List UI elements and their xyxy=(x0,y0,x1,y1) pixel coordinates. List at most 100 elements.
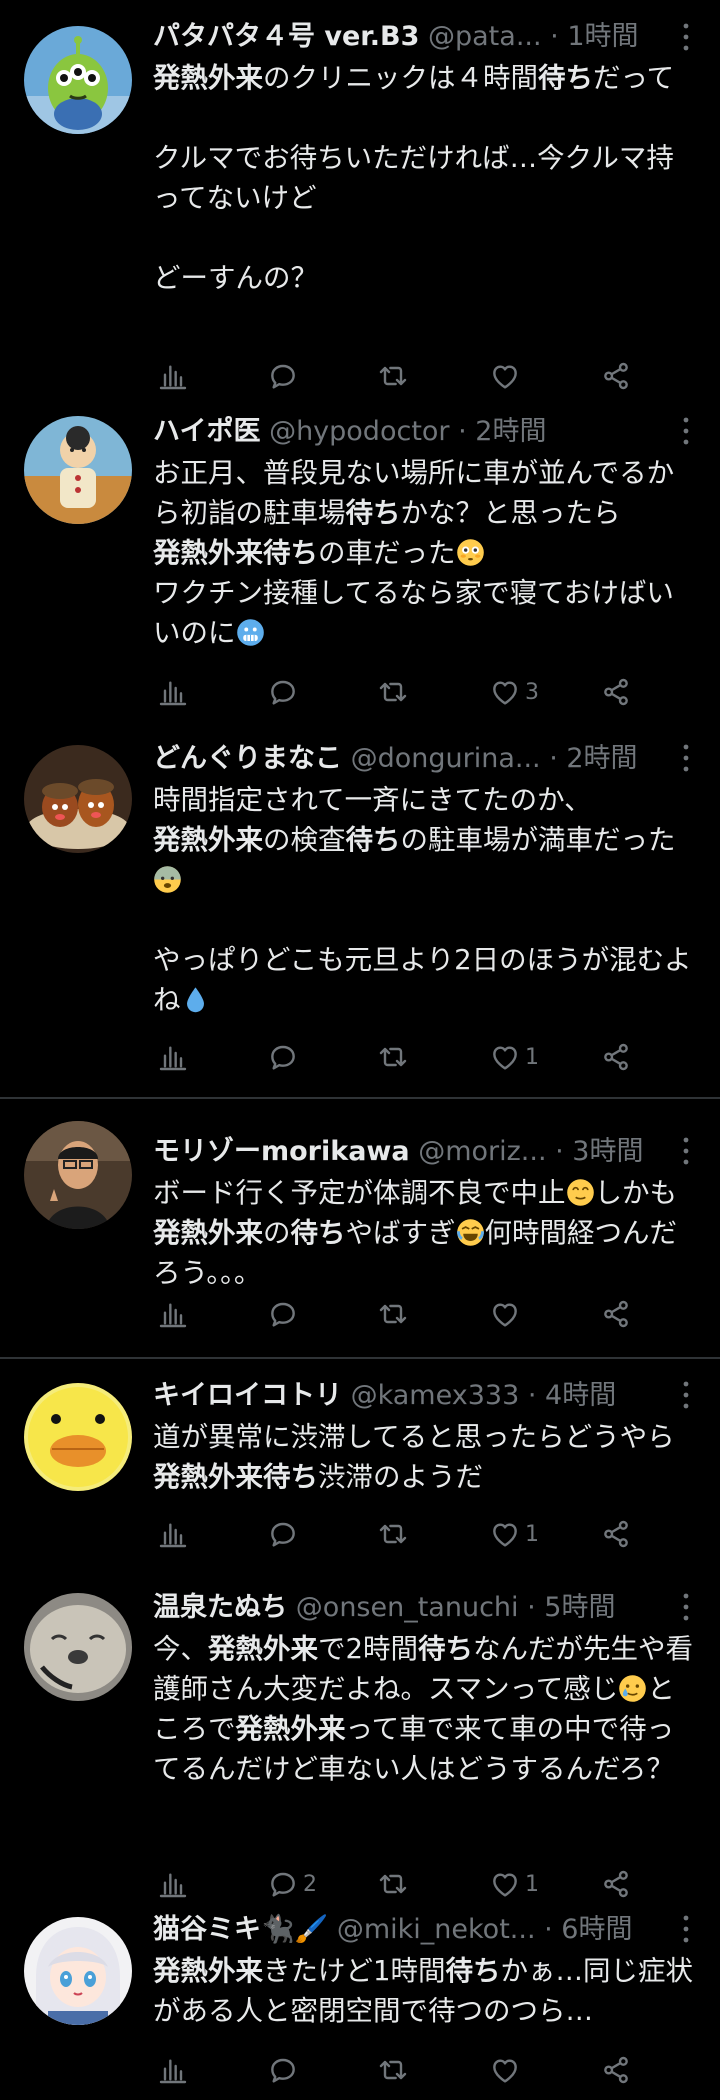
more-options-icon[interactable] xyxy=(682,1592,690,1622)
retweet-button[interactable] xyxy=(377,2052,413,2088)
like-button[interactable]: 3 xyxy=(489,674,539,710)
retweet-button[interactable] xyxy=(377,1866,413,1902)
timestamp[interactable]: 1時間 xyxy=(567,21,638,52)
tweet-text: 発熱外来きたけど1時間待ちかぁ…同じ症状がある人と密閉空間で待つのつら… xyxy=(153,1951,694,2031)
like-count: 3 xyxy=(525,679,539,705)
highlight-keyword: 発熱外来 xyxy=(208,1633,318,1665)
reply-button[interactable] xyxy=(267,2052,303,2088)
user-name[interactable]: パタパタ４号 ver.B3 xyxy=(153,21,419,52)
like-button[interactable]: 1 xyxy=(489,1516,539,1552)
heart-icon xyxy=(489,1868,521,1900)
text-run: ワクチン接種してるなら家で寝ておけばいいのに xyxy=(153,577,674,649)
retweet-button[interactable] xyxy=(377,358,413,394)
like-button[interactable]: 1 xyxy=(489,1866,539,1902)
share-icon xyxy=(600,1518,632,1550)
avatar[interactable] xyxy=(24,1593,132,1701)
retweet-button[interactable] xyxy=(377,1039,413,1075)
tweet-text: ボード行く予定が体調不良で中止 しかも発熱外来の待ちやばすぎ 何時間経つんだろう。。… xyxy=(153,1173,694,1293)
user-name[interactable]: どんぐりまなこ xyxy=(153,743,342,774)
views-button[interactable] xyxy=(157,1516,189,1552)
reply-button[interactable] xyxy=(267,1296,303,1332)
action-bar: 1 xyxy=(153,1516,633,1552)
reply-button[interactable]: 2 xyxy=(267,1866,317,1902)
views-button[interactable] xyxy=(157,1039,189,1075)
timestamp[interactable]: 2時間 xyxy=(475,416,546,447)
tweet-header: パタパタ４号 ver.B3 @pata... · 1時間 xyxy=(153,20,664,54)
separator-dot: · xyxy=(541,21,568,52)
reply-button[interactable] xyxy=(267,358,303,394)
tweet-0[interactable]: パタパタ４号 ver.B3 @pata... · 1時間 発熱外来のクリニックは… xyxy=(0,0,720,410)
heart-icon xyxy=(489,2054,521,2086)
share-button[interactable] xyxy=(600,2052,632,2088)
anime-girl-avatar xyxy=(24,1917,132,2025)
text-run: で2時間 xyxy=(318,1633,418,1665)
avatar[interactable] xyxy=(24,1121,132,1229)
user-name[interactable]: 温泉たぬち xyxy=(153,1592,287,1623)
more-options-icon[interactable] xyxy=(682,22,690,52)
user-handle[interactable]: @onsen_tanuchi xyxy=(296,1592,519,1623)
views-button[interactable] xyxy=(157,2052,189,2088)
reply-icon xyxy=(267,1041,299,1073)
avatar[interactable] xyxy=(24,26,132,134)
like-button[interactable] xyxy=(489,2052,525,2088)
tweet-6[interactable]: 猫谷ミキ🐈‍⬛🖌️ @miki_nekot... · 6時間 発熱外来きたけど1… xyxy=(0,1909,720,2100)
reply-button[interactable] xyxy=(267,1516,303,1552)
text-run: のクリニックは４時間 xyxy=(263,62,538,94)
tweet-1[interactable]: ハイポ医 @hypodoctor · 2時間 お正月、普段見ない場所に車が並んで… xyxy=(0,410,720,735)
avatar[interactable] xyxy=(24,1917,132,2025)
share-button[interactable] xyxy=(600,674,632,710)
more-options-icon[interactable] xyxy=(682,416,690,446)
share-button[interactable] xyxy=(600,358,632,394)
avatar[interactable] xyxy=(24,1383,132,1491)
views-button[interactable] xyxy=(157,674,189,710)
retweet-button[interactable] xyxy=(377,674,413,710)
timestamp[interactable]: 5時間 xyxy=(544,1592,615,1623)
like-button[interactable]: 1 xyxy=(489,1039,539,1075)
highlight-keyword: 発熱外来 xyxy=(153,1217,263,1249)
more-options-icon[interactable] xyxy=(682,1136,690,1166)
more-options-icon[interactable] xyxy=(682,1914,690,1944)
share-button[interactable] xyxy=(600,1866,632,1902)
text-run: やっぱりどこも元旦より2日のほうが混むよね xyxy=(153,944,692,1016)
tweet-text: 発熱外来のクリニックは４時間待ちだって クルマでお待ちいただければ…今クルマ持っ… xyxy=(153,58,694,298)
avatar[interactable] xyxy=(24,416,132,524)
user-handle[interactable]: @moriz... xyxy=(418,1136,546,1167)
more-options-icon[interactable] xyxy=(682,1380,690,1410)
text-run: ボード行く予定が体調不良で中止 xyxy=(153,1177,566,1209)
tweet-5[interactable]: 温泉たぬち @onsen_tanuchi · 5時間 今、発熱外来で2時間待ちな… xyxy=(0,1579,720,1909)
avatar[interactable] xyxy=(24,745,132,853)
user-name[interactable]: 猫谷ミキ🐈‍⬛🖌️ xyxy=(153,1914,328,1945)
reply-button[interactable] xyxy=(267,674,303,710)
tweet-2[interactable]: どんぐりまなこ @dongurina... · 2時間 時間指定されて一斉にきて… xyxy=(0,735,720,1097)
retweet-button[interactable] xyxy=(377,1296,413,1332)
tears-of-joy-emoji xyxy=(456,1218,485,1247)
reply-button[interactable] xyxy=(267,1039,303,1075)
like-button[interactable] xyxy=(489,1296,525,1332)
views-button[interactable] xyxy=(157,1866,189,1902)
user-handle[interactable]: @kamex333 xyxy=(351,1380,520,1411)
user-name[interactable]: ハイポ医 xyxy=(153,416,260,447)
share-button[interactable] xyxy=(600,1039,632,1075)
tweet-4[interactable]: キイロイコトリ @kamex333 · 4時間 道が異常に渋滞してると思ったらど… xyxy=(0,1359,720,1579)
tweet-3[interactable]: モリゾーmorikawa @moriz... · 3時間 ボード行く予定が体調不… xyxy=(0,1099,720,1357)
share-button[interactable] xyxy=(600,1516,632,1552)
like-button[interactable] xyxy=(489,358,525,394)
timestamp[interactable]: 4時間 xyxy=(545,1380,616,1411)
retweet-button[interactable] xyxy=(377,1516,413,1552)
user-name[interactable]: キイロイコトリ xyxy=(153,1380,342,1411)
views-button[interactable] xyxy=(157,358,189,394)
timestamp[interactable]: 2時間 xyxy=(566,743,637,774)
timestamp[interactable]: 3時間 xyxy=(572,1136,643,1167)
user-name[interactable]: モリゾーmorikawa xyxy=(153,1136,410,1167)
timestamp[interactable]: 6時間 xyxy=(561,1914,632,1945)
retweet-icon xyxy=(377,1041,409,1073)
user-handle[interactable]: @miki_nekot... xyxy=(337,1914,536,1945)
user-handle[interactable]: @hypodoctor xyxy=(269,416,449,447)
like-count: 1 xyxy=(525,1521,539,1547)
user-handle[interactable]: @dongurina... xyxy=(351,743,541,774)
views-button[interactable] xyxy=(157,1296,189,1332)
more-options-icon[interactable] xyxy=(682,743,690,773)
analytics-icon xyxy=(157,1868,189,1900)
user-handle[interactable]: @pata... xyxy=(428,21,542,52)
share-button[interactable] xyxy=(600,1296,632,1332)
